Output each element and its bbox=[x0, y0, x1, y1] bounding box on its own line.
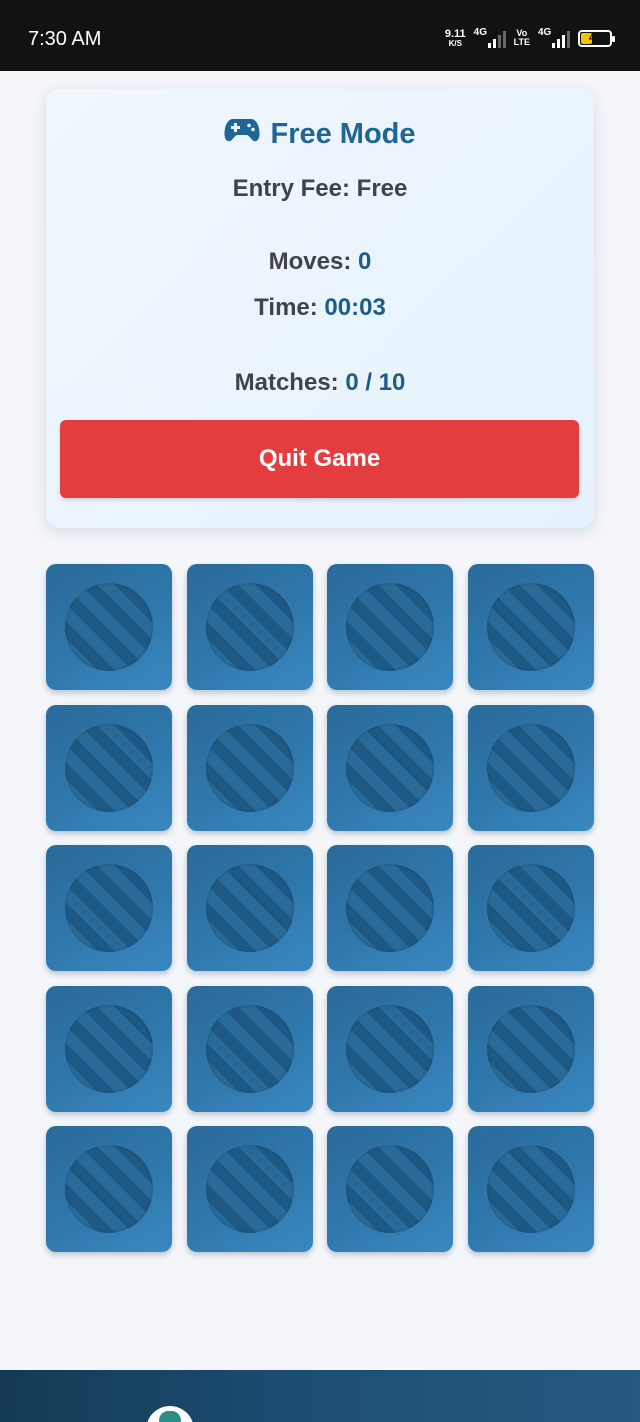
signal-strength-icon: 4G bbox=[538, 28, 570, 48]
card-back-pattern-icon bbox=[346, 864, 435, 952]
card-back-pattern-icon bbox=[486, 864, 575, 952]
moves-value: 0 bbox=[358, 248, 372, 275]
memory-card[interactable] bbox=[186, 704, 313, 831]
card-back-pattern-icon bbox=[346, 1004, 435, 1093]
memory-card[interactable] bbox=[467, 845, 594, 971]
memory-card[interactable] bbox=[46, 704, 172, 831]
moves-label: Moves: bbox=[268, 248, 352, 275]
card-back-pattern-icon bbox=[205, 864, 294, 952]
volte-icon: Vo LTE bbox=[514, 29, 530, 47]
status-bar: 7:30 AM 9.11 K/S 4G Vo LTE 4G 41 bbox=[0, 0, 640, 71]
quit-game-button[interactable]: Quit Game bbox=[60, 420, 579, 498]
bottom-bar bbox=[0, 1370, 640, 1422]
status-time: 7:30 AM bbox=[28, 28, 102, 50]
volte-bottom-label: LTE bbox=[513, 37, 530, 47]
time-line: Time: 00:03 bbox=[46, 294, 594, 322]
mode-title: Free Mode bbox=[46, 117, 594, 151]
card-back-pattern-icon bbox=[346, 583, 435, 671]
card-back-pattern-icon bbox=[65, 864, 153, 952]
card-back-pattern-icon bbox=[65, 1004, 153, 1093]
card-back-pattern-icon bbox=[205, 1145, 294, 1233]
memory-card[interactable] bbox=[186, 985, 313, 1112]
network-speed-indicator: 9.11 K/S bbox=[444, 27, 466, 48]
memory-card[interactable] bbox=[46, 845, 172, 971]
card-back-pattern-icon bbox=[65, 583, 153, 671]
matches-line: Matches: 0 / 10 bbox=[46, 369, 594, 397]
card-back-pattern-icon bbox=[205, 1004, 294, 1093]
battery-icon: 41 bbox=[578, 29, 615, 47]
card-back-pattern-icon bbox=[346, 1145, 435, 1233]
sim1-network-label: 4G bbox=[473, 27, 487, 38]
sim2-network-label: 4G bbox=[538, 27, 552, 38]
memory-card[interactable] bbox=[327, 564, 454, 690]
memory-card[interactable] bbox=[467, 985, 594, 1112]
time-label: Time: bbox=[254, 294, 318, 321]
app-logo-icon[interactable] bbox=[146, 1406, 194, 1422]
matches-label: Matches: bbox=[234, 369, 339, 396]
time-value: 00:03 bbox=[324, 294, 386, 321]
memory-card[interactable] bbox=[467, 564, 594, 690]
battery-level: 41 bbox=[588, 32, 602, 44]
memory-card[interactable] bbox=[327, 845, 454, 971]
memory-card[interactable] bbox=[467, 704, 594, 831]
card-back-pattern-icon bbox=[65, 1145, 153, 1233]
entry-fee-value: Free bbox=[356, 175, 408, 202]
card-back-pattern-icon bbox=[486, 583, 575, 671]
gamepad-icon bbox=[224, 117, 261, 151]
card-back-pattern-icon bbox=[486, 1145, 575, 1233]
memory-card[interactable] bbox=[186, 564, 313, 690]
card-back-pattern-icon bbox=[205, 723, 294, 812]
network-speed-value: 9.11 bbox=[444, 27, 466, 40]
moves-line: Moves: 0 bbox=[46, 248, 594, 276]
card-back-pattern-icon bbox=[346, 723, 435, 812]
card-back-pattern-icon bbox=[65, 723, 153, 812]
status-icons: 9.11 K/S 4G Vo LTE 4G 41 bbox=[444, 26, 615, 50]
memory-card[interactable] bbox=[46, 564, 172, 690]
matches-value: 0 / 10 bbox=[345, 369, 406, 396]
memory-card[interactable] bbox=[186, 845, 313, 971]
card-back-pattern-icon bbox=[205, 583, 294, 671]
memory-card[interactable] bbox=[327, 704, 454, 831]
mode-title-text: Free Mode bbox=[270, 117, 416, 150]
memory-card[interactable] bbox=[46, 1126, 172, 1252]
entry-fee-label: Entry Fee: bbox=[232, 175, 350, 202]
game-info-card: Free Mode Entry Fee: Free Moves: 0 Time:… bbox=[46, 89, 594, 528]
signal-strength-icon: 4G bbox=[474, 28, 506, 48]
memory-card[interactable] bbox=[327, 1126, 454, 1252]
card-back-pattern-icon bbox=[486, 1004, 575, 1093]
memory-card[interactable] bbox=[186, 1126, 313, 1252]
network-speed-unit: K/S bbox=[448, 38, 462, 48]
memory-card[interactable] bbox=[327, 985, 454, 1112]
memory-card[interactable] bbox=[467, 1126, 594, 1252]
memory-card[interactable] bbox=[46, 985, 172, 1112]
memory-card-grid bbox=[46, 564, 594, 1252]
card-back-pattern-icon bbox=[486, 723, 575, 812]
entry-fee-line: Entry Fee: Free bbox=[46, 175, 594, 203]
